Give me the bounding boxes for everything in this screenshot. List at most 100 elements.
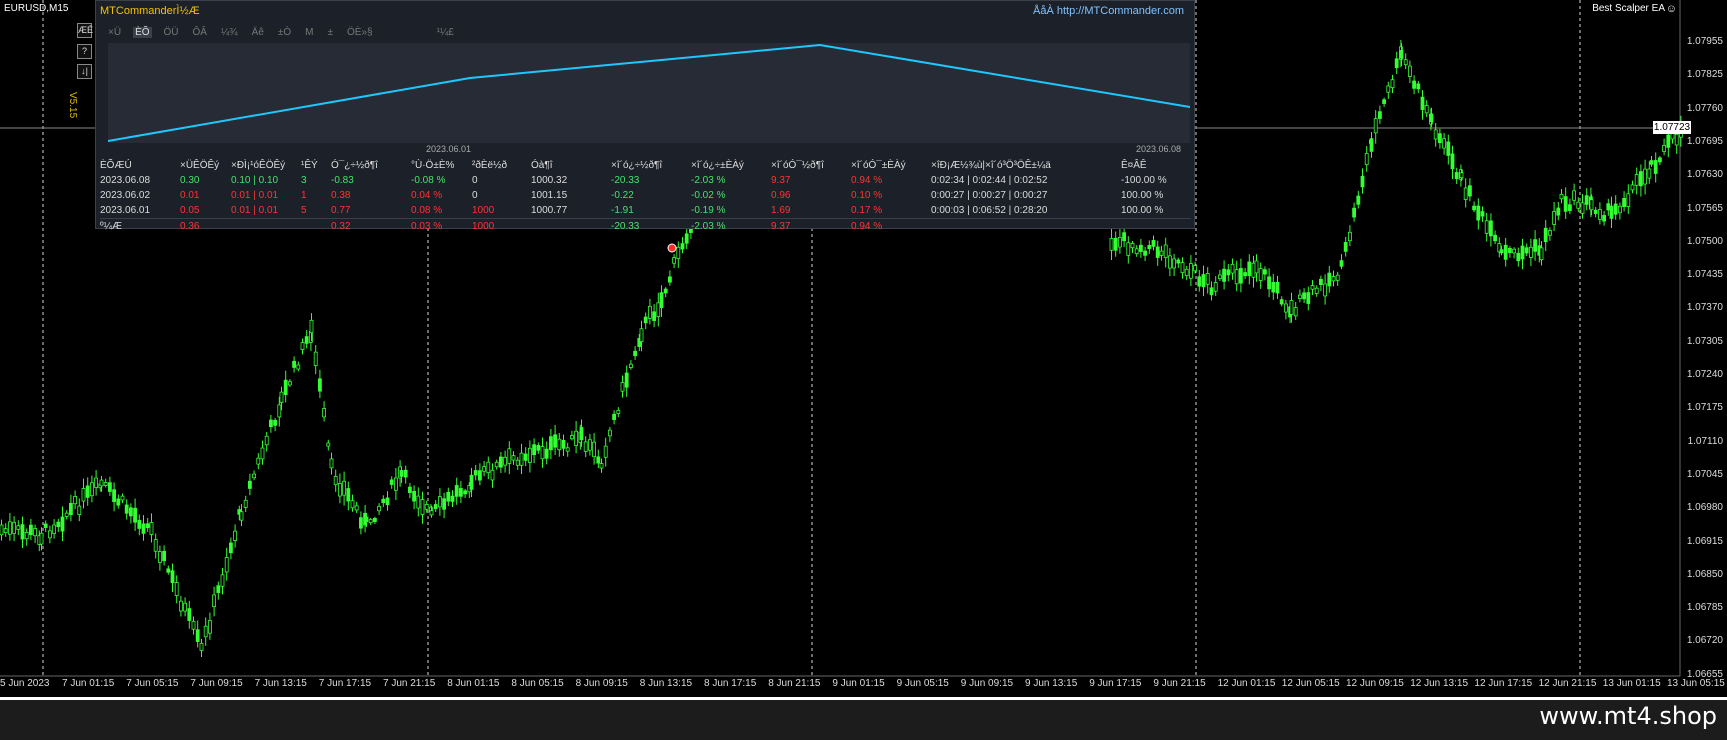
candle-body [1556,207,1561,216]
candle-body [1130,243,1135,249]
table-cell: ²ðÈë½ð [472,160,508,171]
table-cell: 0.08 % [411,205,443,216]
candle-body [333,476,338,486]
price-tick-label: 1.07305 [1686,335,1723,347]
table-cell: -20.33 [611,175,640,186]
candle-body [309,319,314,334]
candle-body [592,441,596,458]
candle-body [450,495,455,502]
help-button[interactable]: ? [77,44,92,59]
candle-body [680,243,685,250]
candle-body [629,363,633,368]
candle-body [170,570,175,583]
table-cell: 0.96 [771,190,791,201]
candle-body [1446,141,1451,156]
candle-body [1658,157,1662,163]
candle-body [162,550,167,562]
table-cell [1121,218,1191,234]
candle-body [1476,205,1481,221]
toolbar-tab[interactable]: ×Ü [106,27,123,38]
table-cell [931,218,1121,234]
toolbar-tab[interactable]: Äê [250,27,266,38]
candle-body [385,497,390,506]
table-cell: 9.37 [771,218,851,234]
toolbar-tab[interactable]: M [303,27,315,38]
table-cell: 1.69 [771,205,791,216]
toolbar-tab[interactable]: ± [326,27,336,38]
toolbar-tab[interactable]: ¼¾ [219,27,240,38]
candle-body [166,568,171,573]
table-cell: 1 [301,190,307,201]
candle-body [1189,263,1193,279]
mtcommander-link[interactable]: ÅåÀ http://MTCommander.com [1033,5,1184,17]
candle-body [1499,249,1504,254]
candle-body [224,557,229,573]
candle-body [1459,172,1464,179]
table-cell: Óà¶î [531,160,553,171]
candle-body [519,452,524,466]
stats-table: ÈÕÆÚ ×ÜÊÖÊý ×ÐÌ¡¹óÊÖÊý ¹ÊÝ Ó¯¿÷½ð¶î °Ù·Ö±È% ²ð… [100,158,1191,234]
candle-body [437,496,442,508]
candle-body [1163,244,1168,258]
time-tick-label: 7 Jun 21:15 [383,678,436,689]
candle-body [477,470,482,481]
candle-body [1352,207,1356,218]
candle-body [64,512,69,517]
candle-body [1151,240,1156,247]
panel-toggle-button[interactable]: ÆÉ [77,23,93,38]
candle-body [1147,245,1152,250]
candle-body [1662,145,1666,153]
time-tick-label: 8 Jun 17:15 [704,678,757,689]
table-cell: -0.83 [331,175,354,186]
table-cell: 1000 [472,205,495,216]
trade-marker-icon [667,243,677,253]
table-cell: -100.00 % [1121,175,1167,186]
time-tick-label: 12 Jun 21:15 [1538,678,1597,689]
candle-body [583,441,588,452]
candle-body [33,528,37,537]
candle-body [648,305,652,319]
price-tick-label: 1.07630 [1686,169,1723,181]
candle-body [103,482,108,486]
candle-body [279,391,284,403]
panel-toolbar: ×Ü ÈÕ ÖÜ ÔÂ ¼¾ Äê ±Ò M ± ÖÈ»§ ¹¼£ [106,26,466,40]
candle-body [216,585,221,593]
candle-body [81,488,86,502]
time-tick-label: 8 Jun 13:15 [639,678,693,689]
candle-body [228,542,233,554]
toolbar-tab[interactable]: ¹¼£ [435,27,456,38]
table-cell: ×ÜÊÖÊý [180,160,220,171]
candle-body [1218,274,1222,280]
table-cell: ×ÐÌ¡¹óÊÖÊý [231,160,286,171]
price-tick-label: 1.06980 [1686,502,1723,514]
time-tick-label: 13 Jun 05:15 [1667,678,1725,689]
candle-body [1647,168,1652,179]
chart-mode-button[interactable]: ↓| [77,64,92,79]
candle-body [603,445,608,458]
candle-body [1630,184,1635,191]
candle-body [612,413,616,421]
candle-body [187,608,192,621]
candle-body [183,602,188,612]
candle-body [420,499,425,515]
smiley-icon: ☺ [1665,3,1677,15]
toolbar-tab[interactable]: ±Ò [276,27,293,38]
candle-body [120,495,125,501]
toolbar-tab[interactable]: ÔÂ [191,27,209,38]
candle-body [133,507,138,523]
price-tick-label: 1.06850 [1686,568,1723,580]
table-total-row: º¼Æ 0.36 0.32 0.03 % 1000 -20.33 -2.03 % 9.37 0.… [100,218,1191,234]
mtcommander-panel: MTCommanderÌ½Æ ÅåÀ http://MTCommander.co… [95,0,1195,234]
candle-body [1197,276,1202,287]
candle-body [260,447,265,460]
candle-body [1552,211,1556,225]
toolbar-tab[interactable]: ÈÕ [133,27,152,38]
candle-body [178,600,183,612]
table-cell: 0.17 % [851,205,883,216]
candle-body [220,574,225,587]
time-tick-label: 12 Jun 09:15 [1346,678,1404,689]
toolbar-tab[interactable]: ÖÜ [162,27,181,38]
candle-body [511,455,516,461]
toolbar-tab[interactable]: ÖÈ»§ [345,27,375,38]
candle-body [1493,234,1497,242]
